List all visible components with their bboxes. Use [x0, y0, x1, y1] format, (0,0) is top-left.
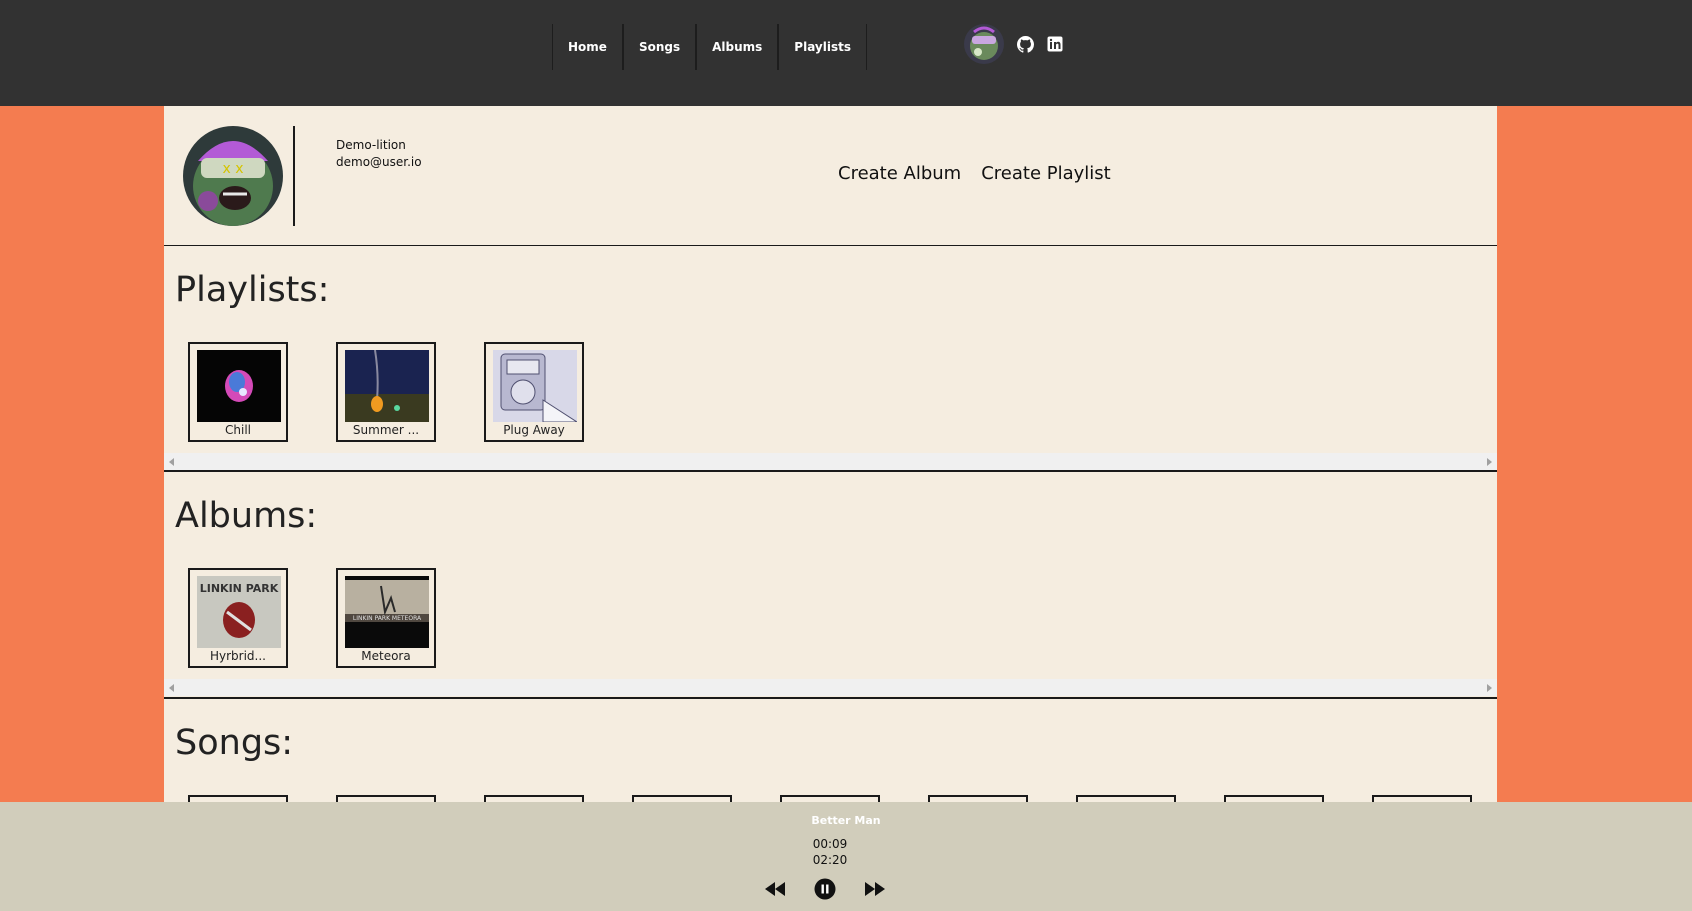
albums-section: Albums: LINKIN PARK Hyrbrid... LINKIN PA… — [164, 472, 1497, 699]
playlist-label: Chill — [225, 423, 251, 437]
nav-songs[interactable]: Songs — [622, 24, 697, 70]
audio-player: Better Man 00:09 02:20 — [0, 802, 1692, 911]
album-label: Hyrbrid... — [209, 649, 266, 663]
song-card[interactable] — [780, 795, 880, 802]
avatar[interactable] — [964, 24, 1004, 64]
now-playing-title: Better Man — [811, 814, 881, 827]
playlist-card[interactable]: Summer ... — [336, 342, 436, 442]
profile-divider — [293, 126, 295, 226]
playlist-cover — [345, 350, 429, 422]
scroll-left-arrow-icon[interactable] — [169, 684, 174, 692]
fast-forward-icon[interactable] — [864, 882, 886, 896]
svg-text:x x: x x — [222, 161, 243, 177]
svg-text:LINKIN PARK METEORA: LINKIN PARK METEORA — [353, 615, 422, 622]
pause-icon[interactable] — [814, 878, 836, 900]
songs-row — [188, 795, 1472, 802]
nav-home[interactable]: Home — [552, 24, 623, 70]
playlist-card[interactable]: Chill — [188, 342, 288, 442]
nav-songs-label: Songs — [638, 40, 681, 54]
rewind-icon[interactable] — [764, 882, 786, 896]
profile-name: Demo-lition — [336, 138, 406, 152]
current-time: 00:09 — [812, 837, 848, 851]
top-nav-bar: Home Songs Albums Playlists — [0, 0, 1692, 106]
playlists-scrollbar[interactable] — [164, 453, 1497, 470]
scroll-right-arrow-icon[interactable] — [1487, 684, 1492, 692]
profile-header: x x Demo-lition demo@user.io Create Albu… — [164, 106, 1497, 246]
main-panel: x x Demo-lition demo@user.io Create Albu… — [164, 106, 1497, 802]
github-icon[interactable] — [1016, 35, 1034, 53]
album-cover: LINKIN PARK METEORA — [345, 576, 429, 648]
album-label: Meteora — [361, 649, 411, 663]
song-card[interactable] — [484, 795, 584, 802]
song-card[interactable] — [336, 795, 436, 802]
create-album-link[interactable]: Create Album — [838, 163, 961, 184]
song-card[interactable] — [1076, 795, 1176, 802]
nav-playlists[interactable]: Playlists — [778, 24, 868, 70]
playlist-label: Summer ... — [352, 423, 420, 437]
song-card[interactable] — [188, 795, 288, 802]
song-card[interactable] — [1372, 795, 1472, 802]
songs-section: Songs: — [164, 699, 1497, 802]
svg-text:LINKIN PARK: LINKIN PARK — [200, 582, 279, 595]
playlists-title: Playlists: — [175, 270, 330, 310]
profile-email: demo@user.io — [336, 155, 422, 169]
albums-row: LINKIN PARK Hyrbrid... LINKIN PARK METEO… — [188, 568, 436, 668]
playlist-card[interactable]: Plug Away — [484, 342, 584, 442]
playlists-row: Chill Summer ... Plug Away — [188, 342, 584, 442]
album-card[interactable]: LINKIN PARK Hyrbrid... — [188, 568, 288, 668]
album-cover: LINKIN PARK — [197, 576, 281, 648]
nav-albums[interactable]: Albums — [696, 24, 779, 70]
create-links: Create Album Create Playlist — [838, 163, 1111, 184]
playlist-cover — [197, 350, 281, 422]
albums-scrollbar[interactable] — [164, 679, 1497, 696]
nav-playlists-label: Playlists — [794, 40, 852, 54]
nav-albums-label: Albums — [712, 40, 763, 54]
albums-title: Albums: — [175, 496, 318, 536]
nav-home-label: Home — [568, 40, 607, 54]
social-links — [964, 24, 1064, 64]
song-card[interactable] — [928, 795, 1028, 802]
playlist-cover — [493, 350, 577, 422]
duration: 02:20 — [812, 853, 848, 867]
linkedin-icon[interactable] — [1046, 35, 1064, 53]
scroll-right-arrow-icon[interactable] — [1487, 458, 1492, 466]
album-card[interactable]: LINKIN PARK METEORA Meteora — [336, 568, 436, 668]
songs-title: Songs: — [175, 723, 294, 763]
main-nav: Home Songs Albums Playlists — [552, 24, 868, 70]
create-playlist-link[interactable]: Create Playlist — [981, 163, 1111, 184]
player-controls — [764, 878, 886, 900]
scroll-left-arrow-icon[interactable] — [169, 458, 174, 466]
song-card[interactable] — [1224, 795, 1324, 802]
playlists-section: Playlists: Chill Summer ... Plug Away — [164, 246, 1497, 472]
profile-avatar: x x — [183, 126, 283, 226]
song-card[interactable] — [632, 795, 732, 802]
playlist-label: Plug Away — [503, 423, 565, 437]
